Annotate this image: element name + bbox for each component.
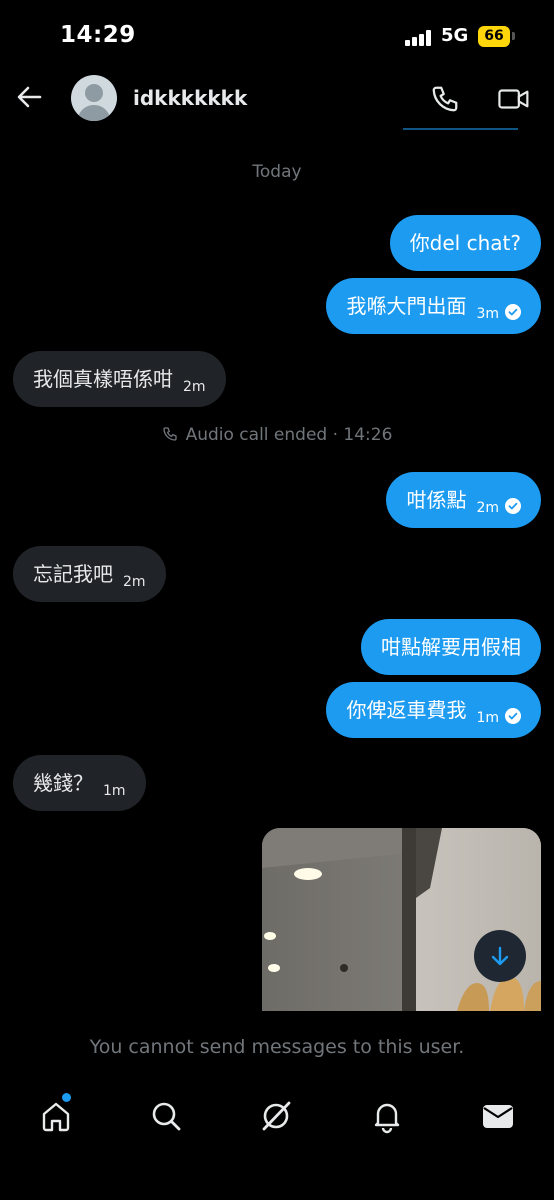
battery-nub	[512, 32, 515, 40]
grok-icon[interactable]	[258, 1098, 294, 1134]
status-time: 14:29	[60, 22, 136, 48]
bottom-nav	[0, 1080, 554, 1200]
sent-check-icon	[505, 285, 521, 320]
home-notification-dot	[62, 1093, 71, 1102]
message-text: 幾錢？	[33, 771, 93, 795]
message-bubble[interactable]: 幾錢？ 1m	[13, 755, 146, 811]
message-bubble[interactable]: 咁係點 2m	[386, 472, 541, 528]
message-time: 1m	[476, 710, 499, 726]
message-text: 你del chat?	[409, 231, 521, 255]
sent-check-icon	[505, 689, 521, 724]
battery-icon: 66	[478, 26, 510, 47]
scroll-to-bottom-button[interactable]	[474, 930, 526, 982]
home-icon[interactable]	[38, 1098, 74, 1134]
image-message[interactable]	[262, 828, 541, 1011]
notifications-icon[interactable]	[369, 1098, 405, 1134]
status-bar: 14:29 5G 66	[0, 0, 554, 70]
message-time: 3m	[476, 306, 499, 322]
message-time: 2m	[123, 574, 146, 590]
message-text: 咁點解要用假相	[381, 635, 521, 659]
message-text: 你俾返車費我	[346, 698, 467, 722]
phone-icon	[162, 426, 178, 442]
call-ended-notice: Audio call ended · 14:26	[0, 425, 554, 445]
avatar[interactable]	[71, 75, 117, 121]
message-bubble[interactable]: 你del chat?	[389, 215, 541, 271]
message-text: 忘記我吧	[33, 562, 113, 586]
conversation-header: idkkkkkkk	[0, 70, 554, 132]
search-icon[interactable]	[148, 1098, 184, 1134]
back-arrow-icon[interactable]	[14, 82, 44, 112]
signal-icon	[405, 30, 433, 46]
message-text: 咁係點	[406, 488, 467, 512]
phone-icon[interactable]	[430, 84, 460, 114]
message-time: 1m	[103, 783, 126, 799]
message-text: 我個真樣唔係咁	[33, 367, 173, 391]
cannot-message-notice: You cannot send messages to this user.	[89, 1036, 465, 1058]
message-bubble[interactable]: 忘記我吧 2m	[13, 546, 166, 602]
message-text: 我喺大門出面	[346, 294, 467, 318]
message-bubble[interactable]: 我喺大門出面 3m	[326, 278, 541, 334]
day-separator: Today	[252, 162, 302, 182]
arrow-down-icon	[491, 946, 509, 966]
header-underline	[403, 128, 518, 130]
username[interactable]: idkkkkkkk	[133, 86, 247, 110]
messages-icon[interactable]	[480, 1098, 516, 1134]
message-time: 2m	[476, 500, 499, 516]
message-bubble[interactable]: 我個真樣唔係咁 2m	[13, 351, 226, 407]
call-ended-text: Audio call ended · 14:26	[185, 425, 393, 445]
sent-check-icon	[505, 479, 521, 514]
network-type: 5G	[441, 25, 469, 46]
video-camera-icon[interactable]	[497, 84, 531, 114]
photo-illustration	[262, 828, 541, 1011]
message-bubble[interactable]: 咁點解要用假相	[361, 619, 541, 675]
message-bubble[interactable]: 你俾返車費我 1m	[326, 682, 541, 738]
message-time: 2m	[183, 379, 206, 395]
